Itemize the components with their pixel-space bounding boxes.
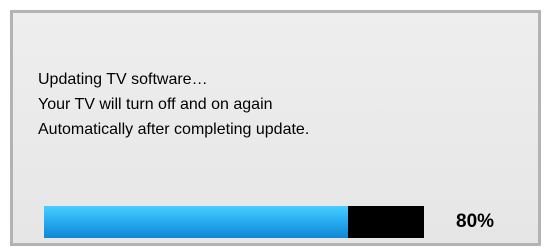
message-line-2: Your TV will turn off and on again [38, 96, 273, 113]
update-dialog: Updating TV software… Your TV will turn … [10, 10, 541, 246]
progress-bar [44, 206, 424, 238]
progress-bar-fill [44, 206, 348, 238]
progress-percent: 80% [456, 211, 495, 232]
message-line-3: Automatically after completing update. [38, 121, 310, 138]
message-line-1: Updating TV software… [38, 71, 208, 88]
update-message: Updating TV software… Your TV will turn … [38, 67, 309, 142]
